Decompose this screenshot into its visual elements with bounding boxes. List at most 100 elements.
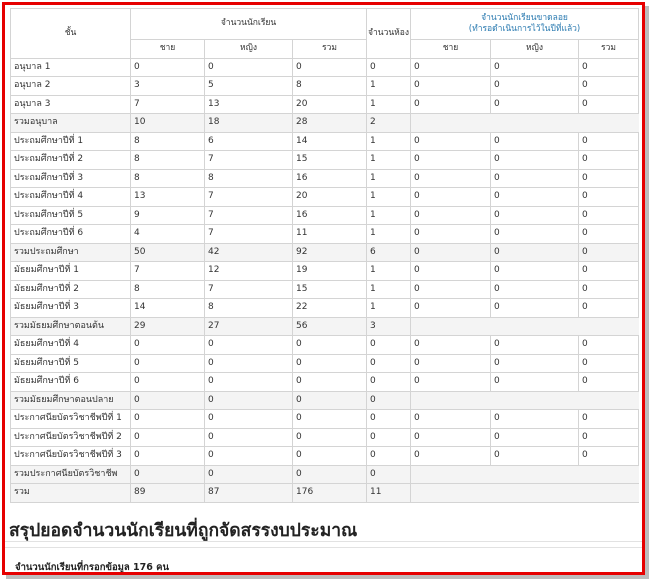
dropout-female-cell: 0 xyxy=(490,372,580,392)
empty-dropout-cell xyxy=(410,390,639,410)
female-cell: 0 xyxy=(204,446,293,466)
rooms-cell: 1 xyxy=(366,76,412,96)
dropout-total-cell: 0 xyxy=(578,187,640,207)
dropout-total-cell: 0 xyxy=(578,205,640,225)
dropout-female-cell: 0 xyxy=(490,168,580,188)
dropout-female-cell: 0 xyxy=(490,353,580,373)
subtotal-row: รวมประกาศนียบัตรวิชาชีพ 0 0 0 0 xyxy=(10,464,639,484)
table-row: ประถมศึกษาปีที่ 1 8 6 14 1 0 0 0 xyxy=(10,131,640,151)
rooms-cell: 1 xyxy=(366,150,412,170)
subtotal-row: รวม 89 87 176 11 xyxy=(10,483,639,503)
grade-name-cell: รวมมัธยมศึกษาตอนปลาย xyxy=(10,390,131,410)
dropout-female-cell: 0 xyxy=(490,427,580,447)
grade-name-cell: ประถมศึกษาปีที่ 1 xyxy=(10,131,131,151)
dropout-male-cell: 0 xyxy=(410,409,492,429)
male-cell: 0 xyxy=(130,353,205,373)
grade-name-cell: รวมประกาศนียบัตรวิชาชีพ xyxy=(10,464,131,484)
rooms-cell: 1 xyxy=(366,131,412,151)
dropout-male-cell: 0 xyxy=(410,261,492,281)
rooms-cell: 1 xyxy=(366,261,412,281)
female-cell: 18 xyxy=(204,113,293,133)
grade-name-cell: รวมอนุบาล xyxy=(10,113,131,133)
grade-name-cell: รวมประถมศึกษา xyxy=(10,242,131,262)
total-cell: 0 xyxy=(291,335,368,355)
table-row: มัธยมศึกษาปีที่ 60000000 xyxy=(10,372,640,392)
header-male: ชาย xyxy=(130,39,205,59)
female-cell: 0 xyxy=(204,409,293,429)
dropout-total-cell: 0 xyxy=(578,76,640,96)
dropout-male-cell: 0 xyxy=(410,205,492,225)
female-cell: 0 xyxy=(204,57,293,77)
dropout-female-cell: 0 xyxy=(490,224,580,244)
dropout-total-cell: 0 xyxy=(578,279,640,299)
dropout-female-cell: 0 xyxy=(490,57,580,77)
grade-name-cell: อนุบาล 1 xyxy=(10,57,131,77)
dropout-male-cell: 0 xyxy=(410,427,492,447)
dropout-total-cell: 0 xyxy=(578,131,640,151)
header-grade[interactable]: ชั้น xyxy=(10,8,131,59)
table-row: ประกาศนียบัตรวิชาชีพปีที่ 20000000 xyxy=(10,427,640,447)
grade-name-cell: มัธยมศึกษาปีที่ 6 xyxy=(10,372,131,392)
table-row: ประถมศึกษาปีที่ 3 8 8 16 1 0 0 0 xyxy=(10,168,640,188)
grade-name-cell: อนุบาล 2 xyxy=(10,76,131,96)
table-row: อนุบาล 10000000 xyxy=(10,57,640,77)
male-cell: 0 xyxy=(130,446,205,466)
dropout-total-cell: 0 xyxy=(578,242,640,262)
total-cell: 16 xyxy=(291,205,368,225)
dropout-male-cell: 0 xyxy=(410,446,492,466)
total-cell: 28 xyxy=(291,113,368,133)
header-rooms[interactable]: จำนวนห้อง xyxy=(366,8,412,59)
grade-name-cell: รวมมัธยมศึกษาตอนต้น xyxy=(10,316,131,336)
subtotal-row: รวมมัธยมศึกษาตอนปลาย 0 0 0 0 xyxy=(10,390,639,410)
header-dropout-male: ชาย xyxy=(410,39,492,59)
subtotal-row: รวมอนุบาล 10 18 28 2 xyxy=(10,113,639,133)
dropout-total-cell: 0 xyxy=(578,298,640,318)
grade-name-cell: อนุบาล 3 xyxy=(10,94,131,114)
student-table: ชั้น จำนวนนักเรียน จำนวนห้อง จำนวนนักเรี… xyxy=(10,8,640,503)
rooms-cell: 1 xyxy=(366,187,412,207)
dropout-female-cell: 0 xyxy=(490,131,580,151)
grade-name-cell: ประถมศึกษาปีที่ 4 xyxy=(10,187,131,207)
table-row: ประกาศนียบัตรวิชาชีพปีที่ 30000000 xyxy=(10,446,640,466)
male-cell: 0 xyxy=(130,390,205,410)
dropout-total-cell: 0 xyxy=(578,94,640,114)
male-cell: 0 xyxy=(130,372,205,392)
dropout-total-cell: 0 xyxy=(578,150,640,170)
male-cell: 9 xyxy=(130,205,205,225)
rooms-cell: 11 xyxy=(366,483,412,503)
table-row: ประกาศนียบัตรวิชาชีพปีที่ 10000000 xyxy=(10,409,640,429)
grade-name-cell: มัธยมศึกษาปีที่ 4 xyxy=(10,335,131,355)
header-dropout[interactable]: จำนวนนักเรียนขาดลอย (ทำรอดำเนินการไว้ในป… xyxy=(410,8,640,40)
female-cell: 7 xyxy=(204,150,293,170)
dropout-male-cell: 0 xyxy=(410,372,492,392)
rooms-cell: 1 xyxy=(366,94,412,114)
dropout-female-cell: 0 xyxy=(490,298,580,318)
dropout-male-cell: 0 xyxy=(410,131,492,151)
dropout-female-cell: 0 xyxy=(490,279,580,299)
rooms-cell: 0 xyxy=(366,372,412,392)
female-cell: 7 xyxy=(204,187,293,207)
female-cell: 8 xyxy=(204,168,293,188)
dropout-total-cell: 0 xyxy=(578,427,640,447)
dropout-female-cell: 0 xyxy=(490,205,580,225)
dropout-female-cell: 0 xyxy=(490,150,580,170)
grade-name-cell: ประถมศึกษาปีที่ 2 xyxy=(10,150,131,170)
grade-name-cell: มัธยมศึกษาปีที่ 2 xyxy=(10,279,131,299)
header-students[interactable]: จำนวนนักเรียน xyxy=(129,8,368,40)
male-cell: 0 xyxy=(130,464,205,484)
rooms-cell: 0 xyxy=(366,409,412,429)
table-row: ประถมศึกษาปีที่ 2 8 7 15 1 0 0 0 xyxy=(10,150,640,170)
dropout-male-cell: 0 xyxy=(410,94,492,114)
dropout-female-cell: 0 xyxy=(490,187,580,207)
empty-dropout-cell xyxy=(410,464,639,484)
total-cell: 14 xyxy=(291,131,368,151)
total-cell: 0 xyxy=(291,57,368,77)
rooms-cell: 0 xyxy=(366,464,412,484)
female-cell: 0 xyxy=(204,353,293,373)
female-cell: 27 xyxy=(204,316,293,336)
dropout-female-cell: 0 xyxy=(490,242,580,262)
table-row: อนุบาล 23581000 xyxy=(10,76,640,96)
dropout-male-cell: 0 xyxy=(410,279,492,299)
table-row: ประถมศึกษาปีที่ 4 13 7 20 1 0 0 0 xyxy=(10,187,640,207)
total-cell: 0 xyxy=(291,427,368,447)
